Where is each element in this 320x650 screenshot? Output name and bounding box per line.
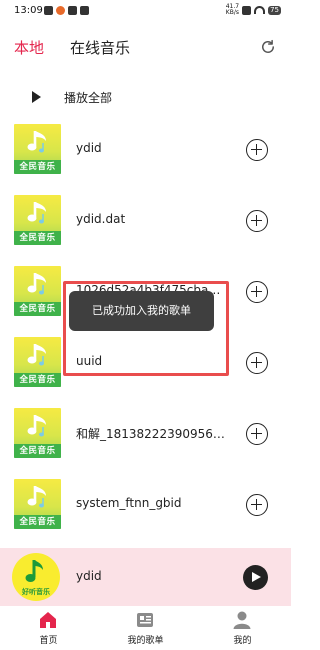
song-title: ydid [76,141,102,155]
album-cover: 全民音乐 [14,266,61,316]
song-row[interactable]: 全民音乐 ydid [0,114,291,184]
network-speed-unit: KB/s [225,9,239,16]
status-bar: 13:09 41.7 KB/s 75 [0,0,291,24]
status-time: 13:09 [14,5,43,16]
music-note-icon [27,415,46,437]
battery-icon: 75 [268,5,281,15]
song-row[interactable]: 全民音乐 ydid.dat [0,185,291,255]
cover-brand: 全民音乐 [19,517,56,527]
play-button[interactable] [243,565,268,590]
nav-profile[interactable]: 我的 [194,606,291,650]
nav-home-label: 首页 [39,636,58,646]
profile-icon [233,611,251,629]
notification-icon [68,6,77,15]
player-brand: 好听音乐 [22,588,50,596]
cover-brand: 全民音乐 [19,304,56,314]
album-cover: 全民音乐 [14,337,61,387]
add-to-playlist-icon[interactable] [246,210,268,232]
music-note-icon [27,131,46,153]
notification-icon [44,6,53,15]
album-cover: 全民音乐 [14,124,61,174]
notification-icon [80,6,89,15]
cover-brand: 全民音乐 [19,375,56,385]
play-all-button[interactable]: 播放全部 [0,84,291,110]
tab-online[interactable]: 在线音乐 [70,37,130,58]
notification-icons [44,6,89,15]
music-note-icon [27,344,46,366]
album-cover: 全民音乐 [14,408,61,458]
song-row[interactable]: 全民音乐 system_ftnn_gbid [0,469,291,539]
home-icon [40,612,56,628]
music-note-icon [25,560,43,582]
tab-local[interactable]: 本地 [14,37,44,58]
music-note-icon [27,273,46,295]
toast-message: 已成功加入我的歌单 [69,291,214,331]
album-cover: 全民音乐 [14,195,61,245]
nav-profile-label: 我的 [233,636,252,646]
album-cover: 全民音乐 [14,479,61,529]
song-title: system_ftnn_gbid [76,496,182,510]
mini-player[interactable]: 好听音乐 ydid [0,548,291,606]
add-to-playlist-icon[interactable] [246,139,268,161]
add-to-playlist-icon[interactable] [246,494,268,516]
song-row[interactable]: 全民音乐 和解_181382223909565… [0,398,291,468]
cover-brand: 全民音乐 [19,233,56,243]
song-title: ydid.dat [76,212,126,226]
top-header: 本地 在线音乐 [0,28,291,66]
notification-icon [56,6,65,15]
status-right: 41.7 KB/s 75 [226,4,281,16]
player-album-art[interactable]: 好听音乐 [12,553,60,601]
add-to-playlist-icon[interactable] [246,352,268,374]
bottom-nav: 首页 我的歌单 我的 [0,606,291,650]
cover-brand: 全民音乐 [19,446,56,456]
refresh-icon[interactable] [259,38,277,56]
player-song-title: ydid [76,569,102,583]
network-speed: 41.7 KB/s [226,4,239,16]
play-icon [32,91,41,103]
nav-playlist[interactable]: 我的歌单 [97,606,194,650]
sim-icon [242,5,252,15]
nav-playlist-label: 我的歌单 [127,636,164,646]
add-to-playlist-icon[interactable] [246,423,268,445]
cover-brand: 全民音乐 [19,162,56,172]
wifi-icon [254,6,266,14]
add-to-playlist-icon[interactable] [246,281,268,303]
playlist-icon [137,613,153,627]
song-title: 和解_181382223909565… [76,427,226,441]
music-note-icon [27,202,46,224]
nav-home[interactable]: 首页 [0,606,97,650]
play-all-label: 播放全部 [64,91,113,105]
music-note-icon [27,486,46,508]
